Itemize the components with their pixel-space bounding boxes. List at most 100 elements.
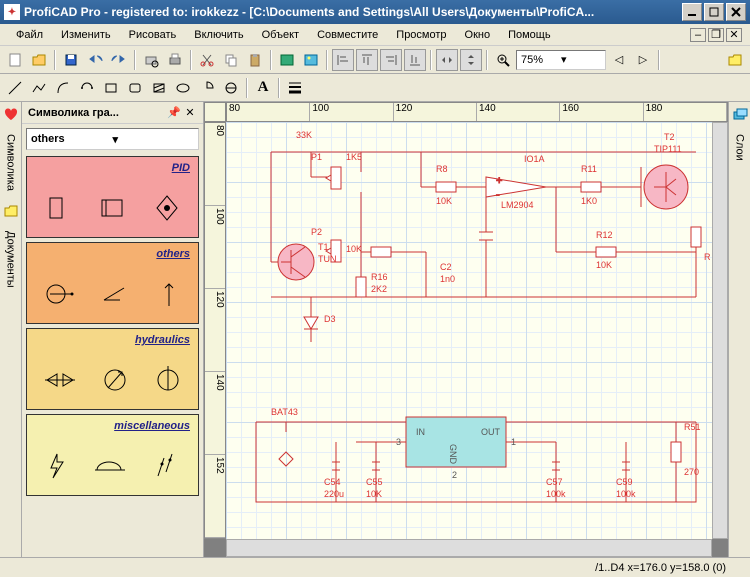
others-symbol-3[interactable] [155, 278, 183, 310]
curve-tool[interactable] [52, 77, 74, 99]
panel-title-text: Символика гра... [28, 107, 167, 119]
vtab-symbols[interactable]: Символика [3, 128, 19, 197]
flip-v-button[interactable] [460, 49, 482, 71]
cut-button[interactable] [196, 49, 218, 71]
mdi-minimize-button[interactable]: ‒ [690, 28, 706, 42]
pid-symbol-1[interactable] [44, 192, 72, 224]
minimize-button[interactable] [682, 3, 702, 21]
dropdown-icon: ▾ [113, 133, 195, 146]
pid-symbol-3[interactable] [153, 192, 181, 224]
menu-window[interactable]: Окно [457, 27, 499, 43]
pid-symbol-2[interactable] [98, 192, 126, 224]
align-top-button[interactable] [356, 49, 378, 71]
nav-right-button[interactable]: ▷ [632, 49, 654, 71]
label-d3: D3 [324, 314, 336, 324]
label-t1: T1 [318, 242, 329, 252]
line-tool[interactable] [4, 77, 26, 99]
label-c55v: 10K [366, 489, 382, 499]
menu-draw[interactable]: Рисовать [121, 27, 185, 43]
folder-button[interactable] [724, 49, 746, 71]
scrollbar-horizontal[interactable] [226, 539, 712, 557]
maximize-button[interactable] [704, 3, 724, 21]
style-tool[interactable] [284, 77, 306, 99]
menu-object[interactable]: Объект [254, 27, 307, 43]
category-hydraulics-header[interactable]: hydraulics [27, 329, 198, 351]
hyd-symbol-2[interactable] [100, 364, 130, 396]
menu-insert[interactable]: Включить [186, 27, 251, 43]
open-button[interactable] [28, 49, 50, 71]
hyd-symbol-1[interactable] [43, 364, 77, 396]
vtab-documents[interactable]: Документы [3, 225, 19, 294]
menu-align[interactable]: Совместите [309, 27, 386, 43]
menu-view[interactable]: Просмотр [388, 27, 454, 43]
panel-close-icon[interactable]: ✕ [183, 106, 197, 120]
category-pid-header[interactable]: PID [27, 157, 198, 179]
mdi-close-button[interactable]: ✕ [726, 28, 742, 42]
label-p2v: 10K [346, 244, 362, 254]
label-r8v: 10K [436, 196, 452, 206]
undo-button[interactable] [84, 49, 106, 71]
hatch-tool[interactable] [148, 77, 170, 99]
rect-tool[interactable] [100, 77, 122, 99]
image-button[interactable] [276, 49, 298, 71]
category-combo[interactable]: others ▾ [26, 128, 199, 150]
copy-button[interactable] [220, 49, 242, 71]
align-right-button[interactable] [380, 49, 402, 71]
label-ic-out: OUT [481, 427, 500, 437]
align-bottom-button[interactable] [404, 49, 426, 71]
menu-bar: Файл Изменить Рисовать Включить Объект С… [0, 24, 750, 46]
others-symbol-1[interactable] [42, 278, 76, 310]
misc-symbol-1[interactable] [43, 450, 69, 482]
vtab-layers[interactable]: Слои [732, 128, 748, 167]
folder-icon[interactable] [3, 203, 19, 219]
roundrect-tool[interactable] [124, 77, 146, 99]
zoom-combo[interactable]: 75%▾ [516, 50, 606, 70]
category-combo-value: others [31, 133, 113, 145]
text-tool[interactable]: A [252, 77, 274, 99]
redo-button[interactable] [108, 49, 130, 71]
pie-tool[interactable] [196, 77, 218, 99]
nav-left-button[interactable]: ◁ [608, 49, 630, 71]
label-c2v: 1n0 [440, 274, 455, 284]
label-t2: T2 [664, 132, 675, 142]
pin-icon[interactable]: 📌 [167, 106, 181, 120]
label-r12v: 10K [596, 260, 612, 270]
heart-icon[interactable] [3, 106, 19, 122]
menu-help[interactable]: Помощь [500, 27, 559, 43]
menu-edit[interactable]: Изменить [53, 27, 119, 43]
mdi-restore-button[interactable]: ❐ [708, 28, 724, 42]
arc-tool[interactable] [76, 77, 98, 99]
category-misc-header[interactable]: miscellaneous [27, 415, 198, 437]
label-bat: BAT43 [271, 407, 298, 417]
category-others-header[interactable]: others [27, 243, 198, 265]
label-c2: C2 [440, 262, 452, 272]
left-tabstrip: Символика Документы [0, 102, 22, 557]
align-left-button[interactable] [332, 49, 354, 71]
label-r2: R 2 [704, 252, 712, 262]
new-button[interactable] [4, 49, 26, 71]
zoom-button[interactable] [492, 49, 514, 71]
hyd-symbol-3[interactable] [153, 364, 183, 396]
others-symbol-2[interactable] [98, 278, 132, 310]
print-preview-button[interactable] [140, 49, 162, 71]
print-button[interactable] [164, 49, 186, 71]
canvas-area: 80 100 120 140 160 180 80 100 120 140 15… [204, 102, 728, 557]
save-button[interactable] [60, 49, 82, 71]
ruler-h-tick: 120 [394, 103, 477, 121]
toolbar-drawing: A [0, 74, 750, 102]
picture-button[interactable] [300, 49, 322, 71]
close-button[interactable] [726, 3, 746, 21]
misc-symbol-3[interactable] [152, 450, 182, 482]
menu-file[interactable]: Файл [8, 27, 51, 43]
drawing-canvas[interactable]: + - [226, 122, 712, 539]
polyline-tool[interactable] [28, 77, 50, 99]
ellipse-tool[interactable] [172, 77, 194, 99]
flip-h-button[interactable] [436, 49, 458, 71]
misc-symbol-2[interactable] [93, 450, 127, 482]
right-tabstrip: Слои [728, 102, 750, 557]
layers-icon[interactable] [732, 106, 748, 122]
circle-tool[interactable] [220, 77, 242, 99]
scrollbar-vertical[interactable] [712, 122, 728, 539]
label-c55: C55 [366, 477, 383, 487]
paste-button[interactable] [244, 49, 266, 71]
